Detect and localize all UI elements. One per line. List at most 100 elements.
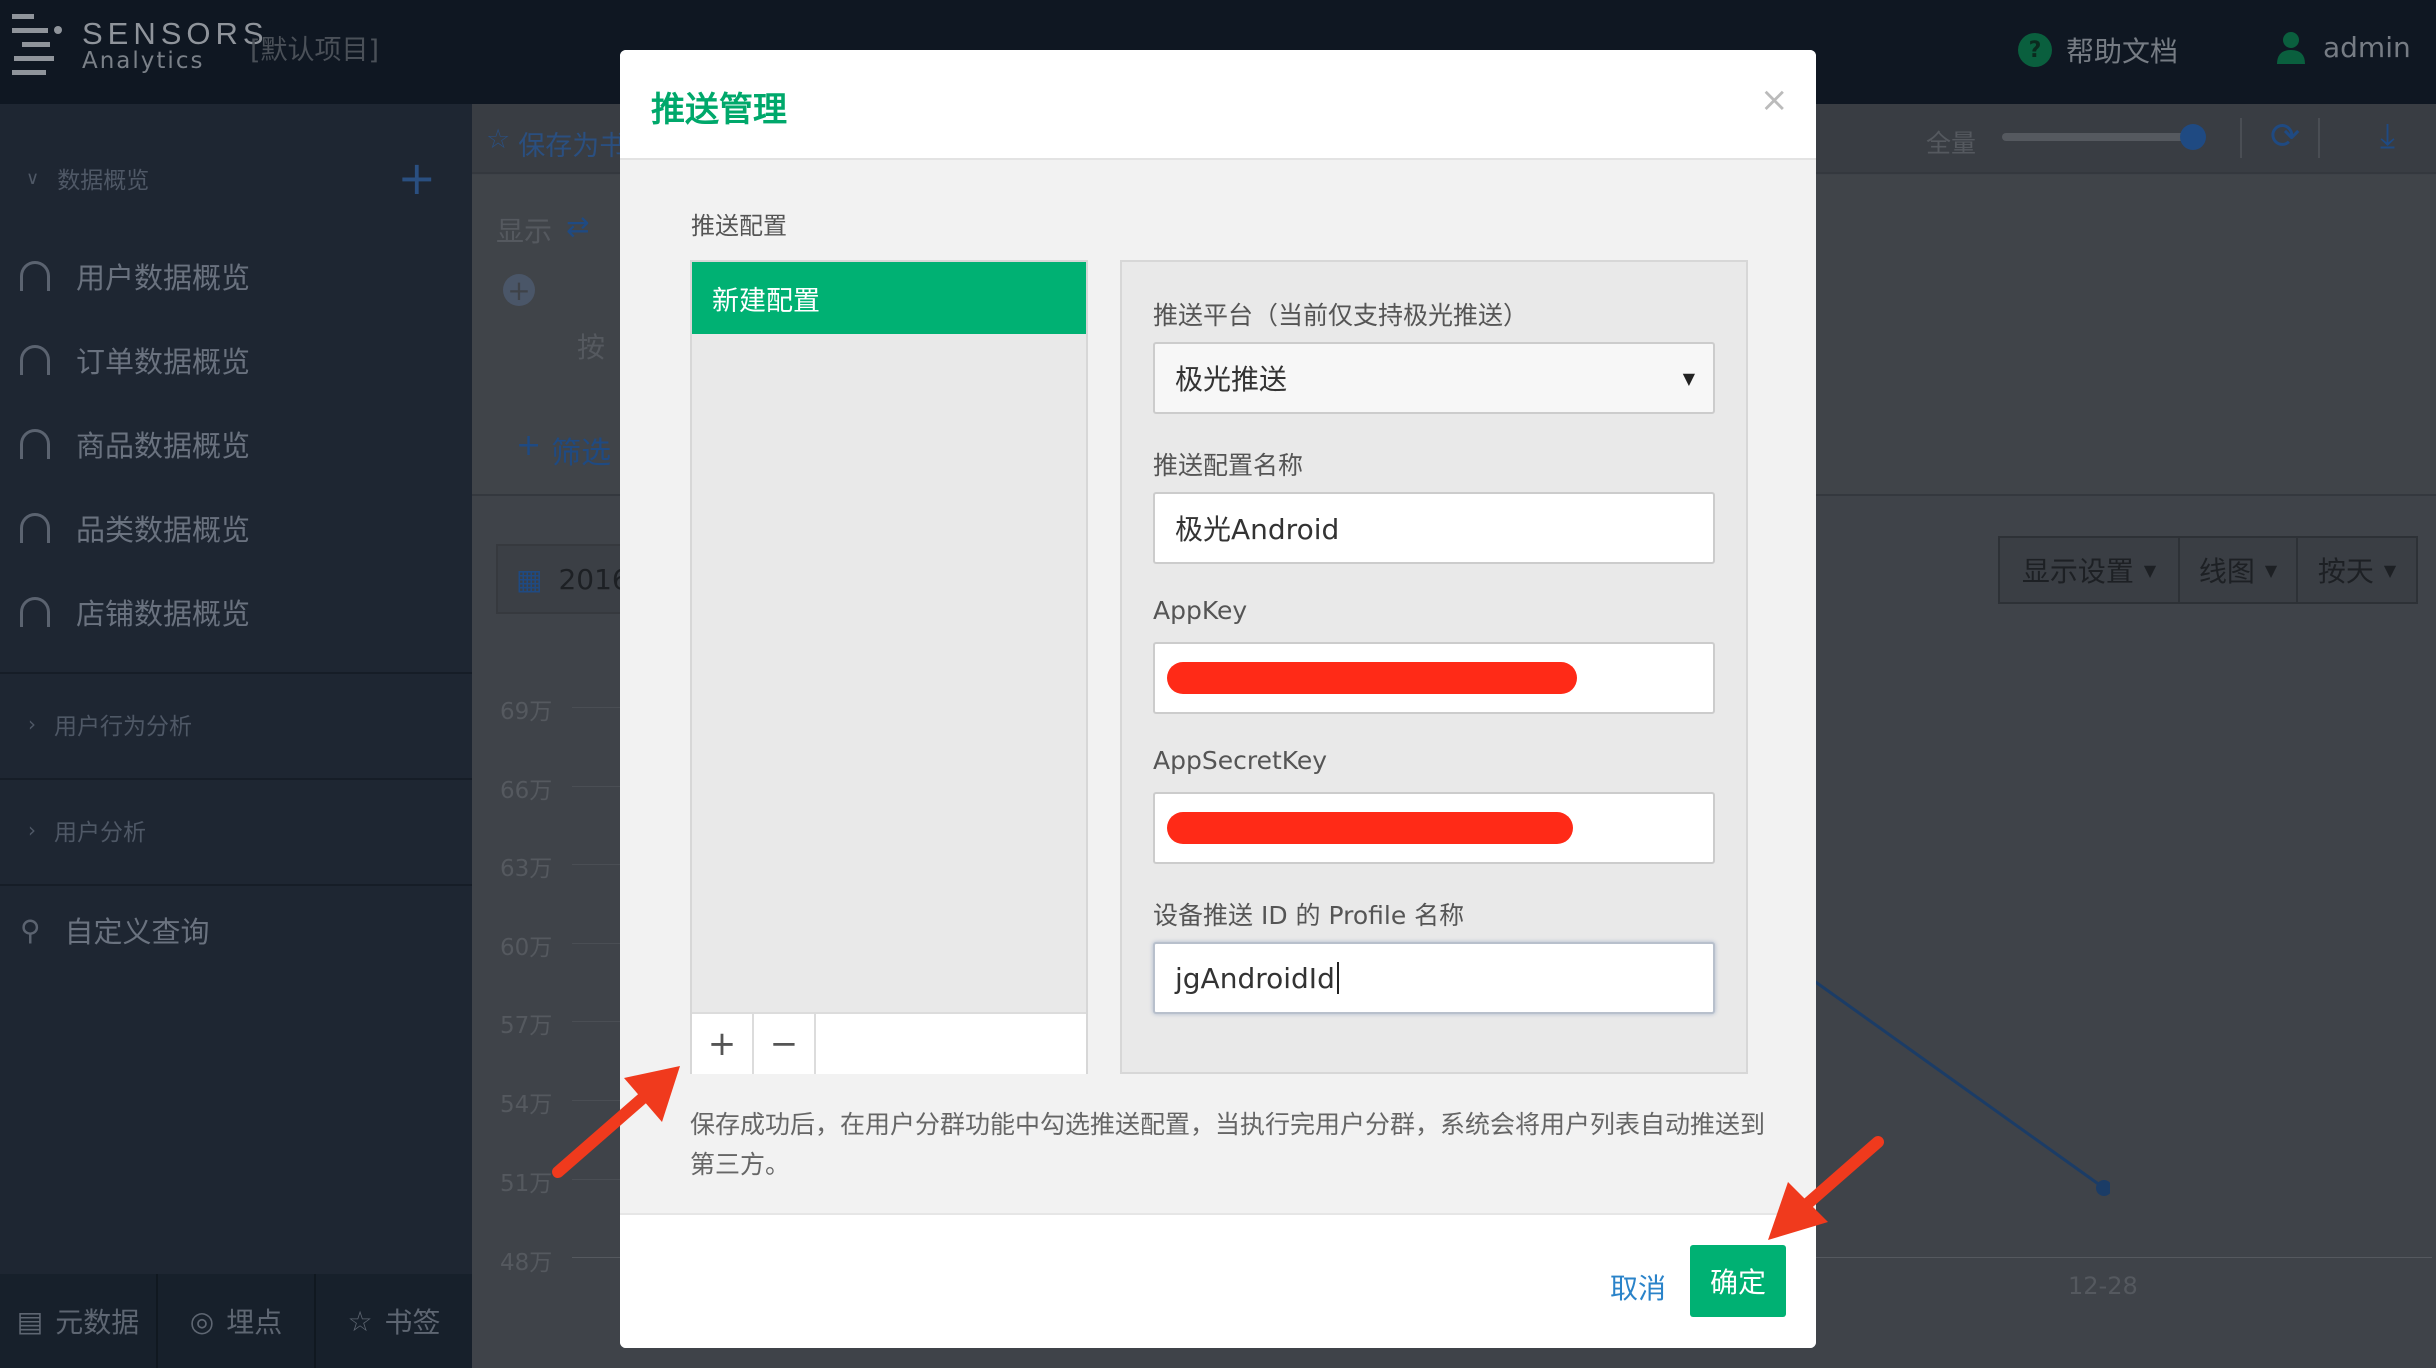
caret-down-icon: ▼	[1682, 368, 1695, 388]
divider	[0, 672, 472, 674]
dashboard-icon	[20, 345, 50, 375]
config-name-label: 推送配置名称	[1153, 451, 1304, 480]
dialog-title: 推送管理	[651, 90, 787, 130]
sidebar-item-label: 自定义查询	[64, 915, 210, 949]
sidebar-item-label: 商品数据概览	[76, 429, 251, 463]
star-icon: ☆	[486, 124, 511, 155]
dashboard-icon	[20, 429, 50, 459]
appsecret-input[interactable]	[1153, 792, 1715, 864]
section-label: 数据概览	[57, 168, 150, 194]
sidebar-item-store-overview[interactable]: 店铺数据概览	[0, 570, 472, 654]
plus-icon: +	[516, 428, 542, 463]
project-name[interactable]: [默认项目]	[250, 28, 379, 67]
metadata-button[interactable]: ▤ 元数据	[0, 1274, 158, 1368]
close-icon[interactable]: ×	[1760, 80, 1789, 120]
y-tick-label: 63万	[500, 856, 553, 882]
appkey-label: AppKey	[1153, 596, 1248, 625]
display-toggle[interactable]: 显示 ⇄	[496, 210, 589, 250]
add-config-button[interactable]: +	[692, 1014, 754, 1074]
help-docs-label: 帮助文档	[2066, 35, 2179, 68]
dashboard-icon	[20, 513, 50, 543]
add-metric-icon[interactable]: +	[503, 274, 535, 307]
config-list-item-selected[interactable]: 新建配置	[692, 262, 1086, 334]
user-menu[interactable]: admin	[2275, 30, 2411, 64]
sidebar-bottom-bar: ▤ 元数据 ◎ 埋点 ☆ 书签	[0, 1274, 472, 1368]
section-label: 用户行为分析	[54, 714, 192, 740]
caret-down-icon: ▼	[2264, 560, 2278, 580]
sidebar-section-overview[interactable]: ∨ 数据概览 +	[0, 150, 472, 206]
sidebar-item-custom-query[interactable]: ⚲ 自定义查询	[0, 888, 472, 972]
platform-select[interactable]: 极光推送 ▼	[1153, 342, 1715, 414]
bookmark-button[interactable]: ☆ 书签	[316, 1274, 472, 1368]
metadata-label: 元数据	[55, 1306, 140, 1339]
sample-label: 全量	[1926, 129, 1977, 158]
platform-value: 极光推送	[1175, 363, 1288, 396]
refresh-icon[interactable]: ⟳	[2270, 116, 2300, 157]
add-filter-button[interactable]: + 筛选	[516, 428, 611, 472]
profile-name-value: jgAndroidId	[1175, 961, 1335, 995]
sample-slider[interactable]	[2002, 133, 2192, 141]
confirm-button[interactable]: 确定	[1690, 1245, 1786, 1317]
section-label: 用户分析	[54, 820, 146, 846]
dialog-header: 推送管理 ×	[620, 50, 1816, 160]
chevron-right-icon: ›	[28, 818, 36, 842]
text-cursor	[1336, 962, 1339, 994]
help-icon: ?	[2018, 33, 2052, 67]
granularity-dropdown[interactable]: 按天 ▼	[2296, 536, 2418, 604]
config-list-footer: + −	[692, 1012, 1086, 1074]
star-icon: ☆	[347, 1304, 373, 1338]
divider	[2240, 118, 2242, 158]
y-tick-label: 57万	[500, 1013, 553, 1039]
annotation-arrow-icon	[1768, 1136, 1884, 1240]
logo-subtext: Analytics	[82, 48, 205, 74]
platform-label: 推送平台（当前仅支持极光推送）	[1153, 301, 1529, 330]
display-label: 显示	[496, 215, 553, 248]
sidebar-item-label: 用户数据概览	[76, 261, 251, 295]
calendar-icon: ▦	[516, 562, 543, 596]
redaction-mark	[1167, 812, 1573, 844]
logo-text: SENSORS	[82, 16, 269, 51]
sidebar-item-category-overview[interactable]: 品类数据概览	[0, 486, 472, 570]
help-docs-link[interactable]: ? 帮助文档	[2018, 30, 2178, 70]
dialog-footer: 取消 确定	[620, 1213, 1816, 1348]
granularity-label: 按天	[2317, 555, 2374, 588]
sidebar-item-label: 订单数据概览	[76, 345, 251, 379]
chart-type-dropdown[interactable]: 线图 ▼	[2178, 536, 2298, 604]
cancel-button[interactable]: 取消	[1610, 1267, 1666, 1307]
target-icon: ◎	[189, 1304, 215, 1338]
download-icon[interactable]: ⤓	[2380, 116, 2395, 156]
sidebar-item-product-overview[interactable]: 商品数据概览	[0, 402, 472, 486]
sidebar-item-label: 店铺数据概览	[76, 597, 251, 631]
sidebar-item-order-overview[interactable]: 订单数据概览	[0, 318, 472, 402]
display-settings-label: 显示设置	[2021, 555, 2134, 588]
config-form: 推送平台（当前仅支持极光推送） 极光推送 ▼ 推送配置名称 极光Android …	[1120, 260, 1748, 1074]
appkey-input[interactable]	[1153, 642, 1715, 714]
sidebar-item-user-overview[interactable]: 用户数据概览	[0, 234, 472, 318]
remove-config-button[interactable]: −	[754, 1014, 816, 1074]
display-settings-dropdown[interactable]: 显示设置 ▼	[1998, 536, 2180, 604]
chart-type-label: 线图	[2198, 555, 2255, 588]
section-title: 推送配置	[691, 212, 787, 240]
profile-name-input[interactable]: jgAndroidId	[1153, 942, 1715, 1014]
x-tick-label: 12-28	[2068, 1272, 2138, 1300]
caret-down-icon: ▼	[2383, 560, 2397, 580]
sidebar-section-user-analysis[interactable]: › 用户分析	[0, 802, 472, 858]
slider-handle[interactable]	[2180, 124, 2206, 150]
redaction-mark	[1167, 662, 1577, 694]
divider	[0, 778, 472, 780]
profile-name-label: 设备推送 ID 的 Profile 名称	[1153, 901, 1465, 930]
tracking-button[interactable]: ◎ 埋点	[158, 1274, 316, 1368]
add-icon[interactable]: +	[397, 151, 436, 205]
y-tick-label: 60万	[500, 935, 553, 961]
search-icon: ⚲	[20, 913, 41, 947]
config-list: 新建配置 + −	[690, 260, 1088, 1074]
sidebar-section-behavior[interactable]: › 用户行为分析	[0, 696, 472, 752]
bookmark-label: 书签	[384, 1306, 441, 1339]
annotation-arrow-icon	[552, 1066, 680, 1178]
divider	[2318, 118, 2320, 158]
config-name-input[interactable]: 极光Android	[1153, 492, 1715, 564]
chevron-down-icon: ∨	[26, 167, 40, 189]
swap-icon: ⇄	[566, 210, 590, 243]
divider	[0, 884, 472, 886]
y-tick-label: 48万	[500, 1250, 553, 1276]
